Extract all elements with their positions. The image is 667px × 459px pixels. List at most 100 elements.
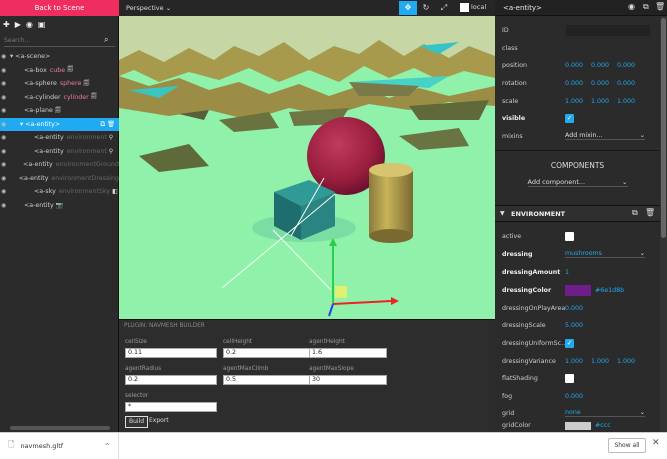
search-input[interactable] — [4, 36, 104, 44]
component-icon: 🗐 — [54, 106, 61, 114]
rotation-y[interactable]: 0.000 — [591, 80, 617, 87]
eye-icon[interactable]: ◉ — [1, 80, 10, 87]
collapse-icon[interactable]: ▼ — [500, 210, 505, 217]
scale-z[interactable]: 1.000 — [617, 98, 643, 105]
copy-icon[interactable]: ⧉ — [632, 208, 638, 218]
tree-node[interactable]: ◉ ▾ <a-scene> — [0, 50, 119, 64]
tree-node[interactable]: ◉ <a-entity environment ⚲ — [0, 131, 119, 145]
position-y[interactable]: 0.000 — [591, 62, 617, 69]
eye-icon[interactable]: ◉ — [1, 148, 10, 155]
field-label: cellSize — [125, 339, 147, 345]
tree-node[interactable]: ◉ ▾ <a-entity> ⧉ 🗑 — [0, 117, 119, 131]
tree-node[interactable]: ◉ <a-entity environment ⚲ — [0, 145, 119, 159]
environment-header[interactable]: ▼ ENVIRONMENT ⧉ 🗑 — [495, 205, 660, 222]
flatshading-checkbox[interactable] — [565, 373, 574, 383]
tree-node[interactable]: ◉ <a-sky environmentSky ◧ — [0, 185, 119, 199]
dressing-onplay-value[interactable]: 0.000 — [565, 305, 591, 312]
dressing-variance-z[interactable]: 1.000 — [617, 358, 643, 365]
chevron-up-icon[interactable]: ^ — [105, 442, 110, 450]
eye-icon[interactable]: ◉ — [1, 121, 10, 128]
position-z[interactable]: 0.000 — [617, 62, 643, 69]
eye-icon[interactable]: ◉ — [1, 175, 6, 182]
position-x[interactable]: 0.000 — [565, 62, 591, 69]
field-input[interactable]: 0.5 — [223, 375, 315, 385]
camera-select[interactable]: Perspective ⌄ — [126, 2, 171, 14]
download-item[interactable]: 🗋 navmesh.gltf ^ — [0, 432, 119, 459]
left-scrollbar[interactable] — [10, 426, 110, 430]
node-actions-icon[interactable]: ⧉ 🗑 — [101, 120, 116, 129]
scale-x[interactable]: 1.000 — [565, 98, 591, 105]
eye-icon[interactable]: ◉ — [1, 134, 10, 141]
tree-node[interactable]: ◉ <a-cylinder cylinder 🗐 — [0, 91, 119, 105]
viewport-3d[interactable] — [119, 16, 495, 319]
dressing-variance-x[interactable]: 1.000 — [565, 358, 591, 365]
tree-node[interactable]: ◉ <a-entity 📷 — [0, 199, 119, 213]
inspector-scrollbar[interactable] — [660, 16, 667, 432]
active-checkbox[interactable] — [565, 231, 574, 241]
rotation-x[interactable]: 0.000 — [565, 80, 591, 87]
field-input[interactable]: 30 — [309, 375, 387, 385]
tree-node[interactable]: ◉ <a-sphere sphere 🗐 — [0, 77, 119, 91]
scale-icon[interactable]: ⤢ — [435, 1, 453, 15]
dressing-scale-value[interactable]: 5.000 — [565, 322, 591, 329]
dressing-uniform-row: dressingUniformSc... ✓ — [495, 334, 660, 352]
close-icon[interactable]: ✕ — [652, 438, 660, 448]
rotation-z[interactable]: 0.000 — [617, 80, 643, 87]
rotate-icon[interactable]: ↻ — [417, 1, 435, 15]
play-icon[interactable]: ▶ — [15, 20, 21, 29]
field-input[interactable]: 1.6 — [309, 348, 387, 358]
local-checkbox[interactable] — [460, 3, 469, 12]
eye-icon[interactable]: ◉ — [26, 20, 33, 29]
tree-node[interactable]: ◉ <a-plane 🗐 — [0, 104, 119, 118]
eye-icon[interactable]: ◉ — [1, 94, 10, 101]
grid-color-swatch[interactable] — [565, 422, 591, 430]
grid-row: grid none ⌄ — [495, 404, 660, 422]
dressing-color-swatch[interactable] — [565, 284, 591, 296]
trash-icon[interactable]: 🗑 — [645, 208, 655, 217]
trash-icon[interactable]: 🗑 — [655, 2, 665, 11]
grid-select[interactable]: none ⌄ — [565, 409, 645, 417]
components-title: COMPONENTS — [550, 161, 605, 170]
build-button[interactable]: Build — [125, 416, 149, 428]
tree-node[interactable]: ◉ <a-entity environmentGround — [0, 158, 119, 172]
class-input[interactable] — [565, 42, 649, 54]
dressing-uniform-checkbox[interactable]: ✓ — [565, 338, 574, 348]
add-component-select[interactable]: Add component... ⌄ — [527, 178, 628, 187]
copy-icon[interactable]: ⧉ — [643, 2, 649, 12]
add-entity-icon[interactable]: ✚ — [3, 20, 10, 29]
eye-icon[interactable]: ◉ — [1, 53, 10, 60]
export-button[interactable]: Export — [146, 416, 172, 428]
expand-arrow-icon[interactable]: ▾ — [10, 53, 13, 60]
dressing-amount-value[interactable]: 1 — [565, 269, 591, 276]
fog-label: fog — [502, 392, 513, 400]
eye-icon[interactable]: ◉ — [1, 188, 10, 195]
save-icon[interactable]: ▣ — [38, 20, 46, 29]
id-input[interactable] — [566, 24, 650, 36]
search-icon[interactable]: ⌕ — [104, 35, 108, 45]
search-box: ⌕ — [4, 34, 115, 47]
dressing-select[interactable]: mushrooms ⌄ — [565, 250, 645, 258]
visible-checkbox[interactable]: ✓ — [565, 113, 574, 123]
field-input[interactable]: 0.11 — [125, 348, 217, 358]
show-all-button[interactable]: Show all — [608, 438, 646, 453]
tree-node[interactable]: ◉ <a-entity environmentDressing — [0, 172, 119, 186]
mixins-label: mixins — [502, 132, 523, 140]
eye-icon[interactable]: ◉ — [1, 202, 10, 209]
back-to-scene-button[interactable]: Back to Scene — [0, 0, 119, 16]
eye-icon[interactable]: ◉ — [1, 161, 7, 168]
scale-y[interactable]: 1.000 — [591, 98, 617, 105]
dressing-color-value[interactable]: #6e1d8b — [595, 287, 645, 294]
eye-icon[interactable]: ◉ — [628, 2, 635, 11]
translate-icon[interactable]: ✥ — [399, 1, 417, 15]
field-input[interactable]: * — [125, 402, 217, 412]
mixins-select[interactable]: Add mixin... ⌄ — [565, 132, 645, 140]
eye-icon[interactable]: ◉ — [1, 107, 10, 114]
fog-value[interactable]: 0.000 — [565, 393, 591, 400]
field-input[interactable]: 0.2 — [223, 348, 315, 358]
expand-arrow-icon[interactable]: ▾ — [20, 121, 23, 128]
tree-node[interactable]: ◉ <a-box cube 🗐 — [0, 64, 119, 78]
grid-color-value[interactable]: #ccc — [595, 422, 621, 429]
field-input[interactable]: 0.2 — [125, 375, 217, 385]
eye-icon[interactable]: ◉ — [1, 67, 10, 74]
dressing-variance-y[interactable]: 1.000 — [591, 358, 617, 365]
